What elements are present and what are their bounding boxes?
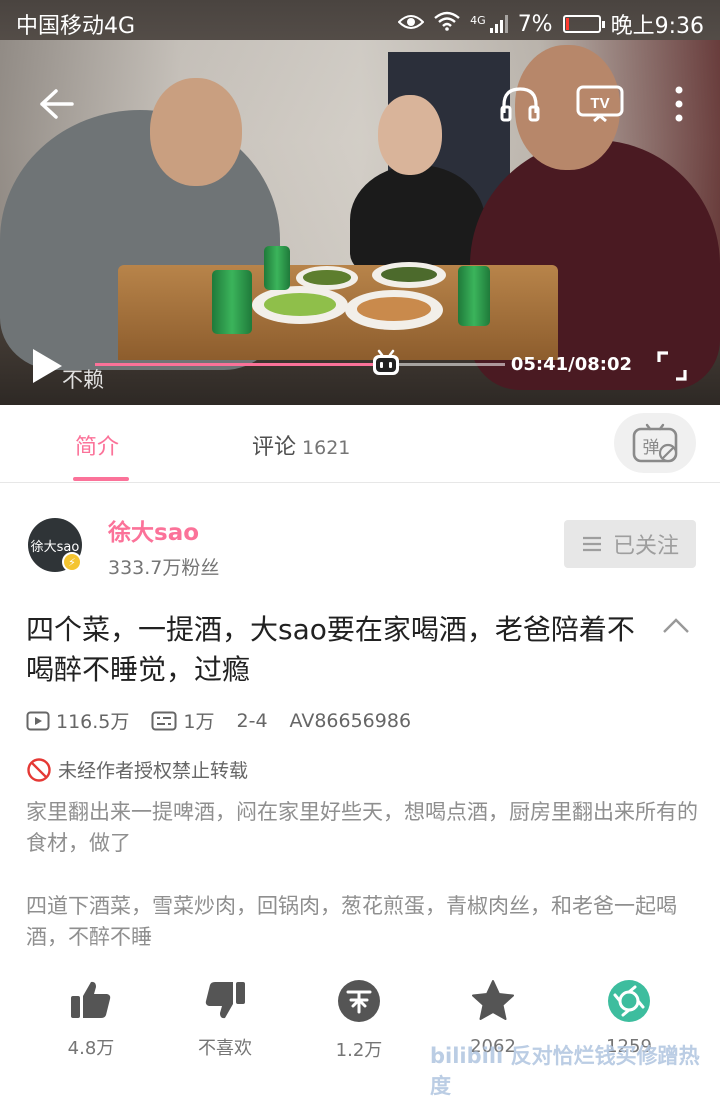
menu-lines-icon xyxy=(582,536,601,552)
playback-time: 05:41/08:02 xyxy=(510,354,632,375)
av-number: AV86656986 xyxy=(289,709,412,732)
dislike-label: 不喜欢 xyxy=(198,1038,252,1059)
collapse-button[interactable] xyxy=(662,616,690,638)
carrier-label: 中国移动4G xyxy=(16,14,136,39)
headphones-icon xyxy=(500,87,540,122)
progress-handle[interactable] xyxy=(371,349,401,377)
repost-forbidden-notice: 未经作者授权禁止转载 xyxy=(26,756,248,783)
play-icon xyxy=(33,349,62,383)
coin-count: 1.2万 xyxy=(335,1040,383,1061)
signal-icon xyxy=(489,15,508,33)
video-frame-person xyxy=(378,95,442,175)
video-frame-dish xyxy=(345,290,443,330)
more-vertical-icon xyxy=(675,86,683,122)
video-frame-person xyxy=(350,165,485,275)
detail-tabs: 简介 评论 1621 xyxy=(0,405,720,483)
view-count: 116.5万 xyxy=(26,707,129,734)
wifi-icon xyxy=(434,11,460,37)
tv-icon: TV xyxy=(576,85,624,123)
audio-mode-button[interactable] xyxy=(496,82,544,126)
progress-bar[interactable] xyxy=(95,349,505,375)
like-count: 4.8万 xyxy=(67,1038,115,1059)
video-frame-can xyxy=(212,270,252,334)
play-button[interactable] xyxy=(28,346,66,386)
svg-text:弹: 弹 xyxy=(643,438,660,458)
no-entry-icon xyxy=(27,757,51,782)
back-arrow-icon xyxy=(40,89,74,119)
cast-tv-button[interactable]: TV xyxy=(574,82,626,126)
video-description: 家里翻出来一提啤酒，闷在家里好些天，想喝点酒，厨房里翻出来所有的食材，做了 xyxy=(26,800,698,855)
video-frame-dish xyxy=(296,266,358,290)
video-frame-dish xyxy=(372,262,446,288)
publish-date: 2-4 xyxy=(236,709,268,732)
battery-level xyxy=(565,18,569,30)
danmaku-comment: 不赖 xyxy=(62,368,104,392)
status-bar: 中国移动4G 4G 7% 晚上9:36 xyxy=(0,0,720,48)
danmaku-count-icon xyxy=(151,711,177,730)
dislike-button[interactable]: 不喜欢 xyxy=(170,978,280,1060)
network-type-label: 4G xyxy=(470,14,486,27)
danmaku-toggle-button[interactable]: 弹 xyxy=(614,413,696,473)
eye-icon xyxy=(397,12,425,37)
more-menu-button[interactable] xyxy=(666,84,692,124)
video-frame-can xyxy=(458,266,490,326)
follow-button[interactable]: 已关注 xyxy=(564,520,696,568)
thumbs-up-icon xyxy=(71,981,111,1018)
clock: 晚上9:36 xyxy=(610,14,704,39)
fullscreen-icon xyxy=(657,351,687,381)
watermark: bilibili 反对恰烂钱买修蹭热度 xyxy=(430,1044,700,1098)
battery-icon xyxy=(562,15,605,33)
battery-percent: 7% xyxy=(517,11,553,37)
video-frame-person xyxy=(150,78,242,186)
danmaku-icon: 弹 xyxy=(632,423,678,463)
progress-played xyxy=(95,363,386,366)
tab-comments[interactable]: 评论 1621 xyxy=(252,429,350,461)
lightning-badge-icon: ⚡ xyxy=(62,552,82,572)
thumbs-down-icon xyxy=(205,982,245,1019)
status-icons: 4G 7% 晚上9:36 xyxy=(397,8,704,40)
video-frame-dish xyxy=(252,286,348,324)
fullscreen-button[interactable] xyxy=(654,348,690,384)
tab-intro[interactable]: 简介 xyxy=(75,429,119,461)
play-count-icon xyxy=(26,711,50,730)
share-icon xyxy=(608,980,650,1022)
coin-button[interactable]: 1.2万 xyxy=(304,978,414,1062)
tv-mascot-icon xyxy=(372,349,399,375)
tab-indicator xyxy=(73,477,129,481)
star-icon xyxy=(472,980,514,1020)
tab-comments-label: 评论 xyxy=(252,435,297,460)
video-description: 四道下酒菜，雪菜炒肉，回锅肉，葱花煎蛋，青椒肉丝，和老爸一起喝酒，不醉不睡 xyxy=(26,894,677,949)
svg-text:TV: TV xyxy=(590,95,609,112)
uploader-name[interactable]: 徐大sao xyxy=(108,513,199,547)
comments-count: 1621 xyxy=(302,437,351,459)
video-frame-can xyxy=(264,246,290,290)
video-meta: 116.5万 1万 2-4 AV86656986 xyxy=(26,707,433,734)
repost-forbidden-text: 未经作者授权禁止转载 xyxy=(58,760,249,782)
view-count-value: 116.5万 xyxy=(56,711,130,733)
like-button[interactable]: 4.8万 xyxy=(36,978,146,1060)
video-player[interactable]: 中国移动4G 4G 7% 晚上9:36 TV 不赖 05:41/08:02 xyxy=(0,0,720,405)
danmaku-count-value: 1万 xyxy=(183,711,215,733)
follow-label: 已关注 xyxy=(612,534,679,559)
fan-count: 333.7万粉丝 xyxy=(108,557,220,579)
chevron-up-icon xyxy=(663,618,689,633)
danmaku-count: 1万 xyxy=(151,707,215,734)
back-button[interactable] xyxy=(36,84,76,124)
video-title: 四个菜，一提酒，大sao要在家喝酒，老爸陪着不喝醉不睡觉，过瘾 xyxy=(26,613,635,686)
coin-icon xyxy=(338,980,380,1022)
